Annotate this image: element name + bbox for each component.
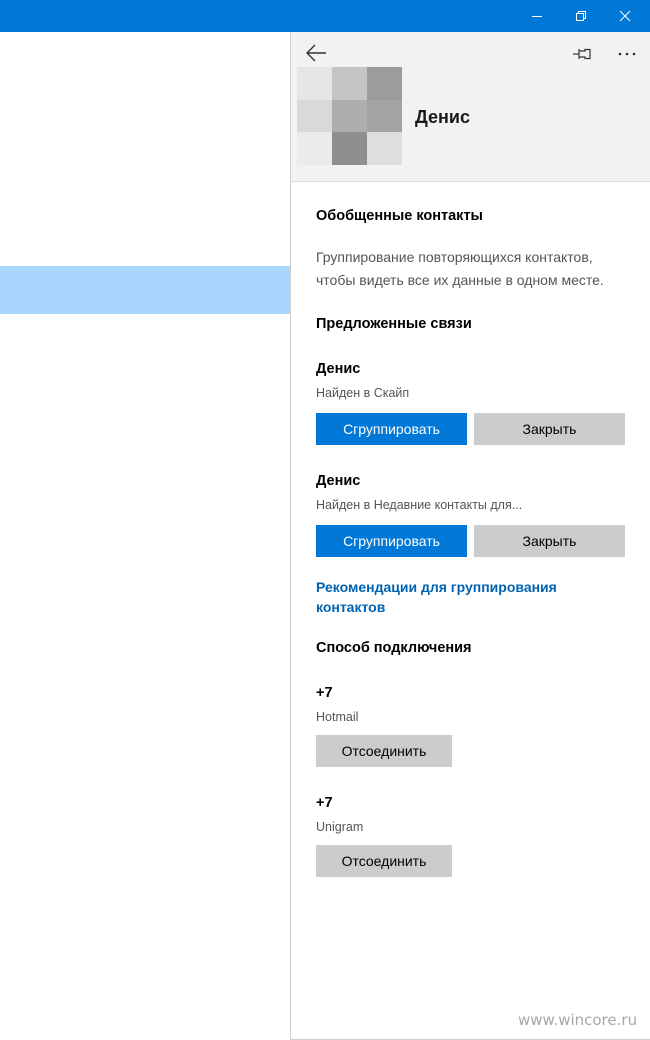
suggestion-source: Найден в Недавние контакты для...: [316, 498, 523, 512]
avatar-pixel: [332, 67, 367, 100]
suggestion-name: Денис: [316, 361, 361, 377]
grouping-recommendations-link[interactable]: Рекомендации для группирования контактов: [316, 577, 596, 617]
disconnect-button[interactable]: Отсоединить: [316, 845, 452, 877]
close-icon: [619, 10, 631, 22]
linked-contacts-title: Обобщенные контакты: [316, 208, 483, 224]
pin-icon: [573, 48, 591, 60]
dismiss-button[interactable]: Закрыть: [474, 525, 625, 557]
contact-panel: Денис Обобщенные контакты Группирование …: [290, 32, 650, 1040]
window-titlebar: [0, 0, 650, 32]
more-options-icon: [618, 52, 636, 56]
contact-avatar: [297, 67, 402, 165]
watermark: www.wincore.ru: [518, 1011, 638, 1029]
account-service: Hotmail: [316, 710, 359, 724]
group-button[interactable]: Сгруппировать: [316, 413, 467, 445]
avatar-pixel: [332, 132, 367, 165]
contacts-list-pane: [0, 32, 290, 1040]
selected-list-item[interactable]: [0, 266, 290, 314]
close-button[interactable]: [602, 0, 648, 32]
avatar-pixel: [297, 67, 332, 100]
contact-header: Денис: [291, 32, 650, 182]
avatar-pixel: [332, 100, 367, 132]
back-arrow-icon: [306, 44, 326, 62]
avatar-pixel: [367, 67, 402, 100]
disconnect-button[interactable]: Отсоединить: [316, 735, 452, 767]
minimize-icon: [532, 16, 542, 17]
dismiss-button[interactable]: Закрыть: [474, 413, 625, 445]
more-options-button[interactable]: [613, 40, 641, 68]
avatar-pixel: [367, 100, 402, 132]
suggested-links-title: Предложенные связи: [316, 316, 472, 332]
linked-contacts-description: Группирование повторяющихся контактов, ч…: [316, 249, 604, 288]
back-button[interactable]: [301, 38, 331, 68]
account-number: +7: [316, 685, 333, 701]
connection-method-title: Способ подключения: [316, 640, 472, 656]
suggestion-source: Найден в Скайп: [316, 386, 410, 400]
restore-icon: [576, 11, 586, 21]
minimize-button[interactable]: [514, 0, 560, 32]
account-service: Unigram: [316, 820, 364, 834]
avatar-pixel: [297, 132, 332, 165]
restore-button[interactable]: [558, 0, 604, 32]
suggestion-name: Денис: [316, 473, 361, 489]
contact-name: Денис: [415, 107, 471, 127]
group-button[interactable]: Сгруппировать: [316, 525, 467, 557]
avatar-pixel: [297, 100, 332, 132]
account-number: +7: [316, 795, 333, 811]
avatar-pixel: [367, 132, 402, 165]
pin-button[interactable]: [569, 40, 597, 68]
